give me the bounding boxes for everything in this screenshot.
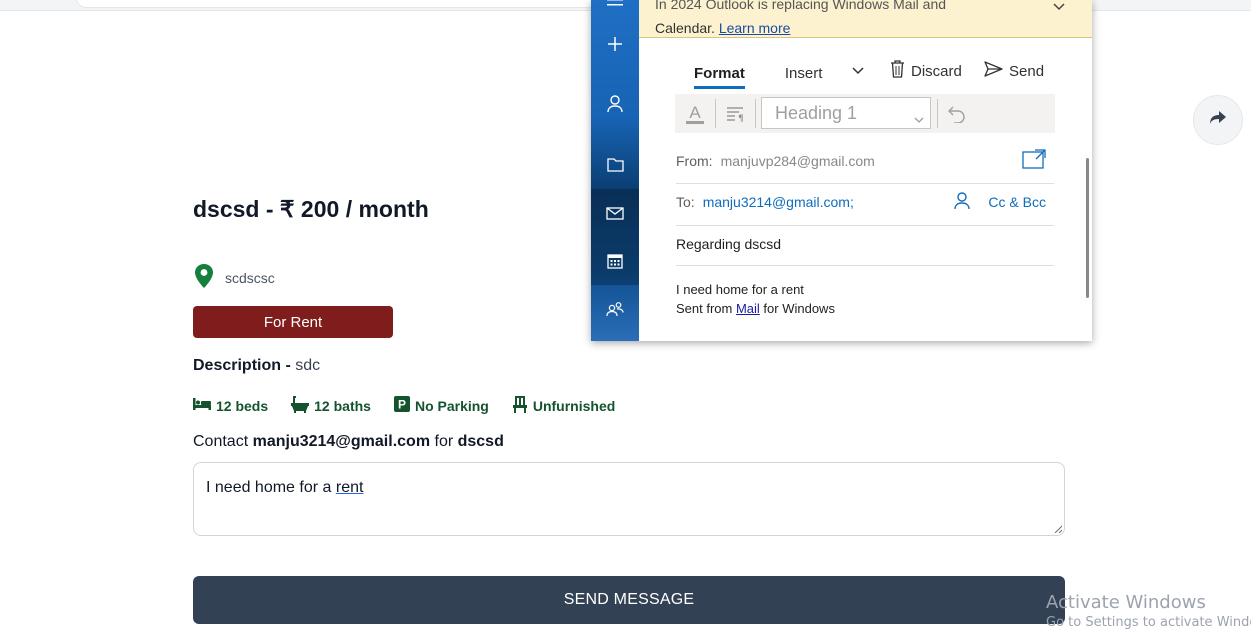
subject-field[interactable]: Regarding dscsd [676,236,1054,266]
description-label: Description - [193,357,296,374]
tab-format[interactable]: Format [694,60,745,89]
amenity-parking: P No Parking [393,395,489,416]
mail-nav-rail [591,0,639,341]
contact-listing-name: dscsd [457,433,504,450]
paragraph-style-select[interactable]: Heading 1 [761,97,931,129]
to-label: To: [676,194,695,210]
amenity-furnishing: Unfurnished [512,395,615,416]
tab-insert[interactable]: Insert [785,60,823,86]
learn-more-link[interactable]: Learn more [719,20,791,36]
from-address: manjuvp284@gmail.com [720,153,875,169]
account-person-icon[interactable] [591,80,639,128]
amenity-baths: 12 baths [291,395,371,416]
mail-envelope-icon[interactable] [591,189,639,237]
message-textarea[interactable]: I need home for a rent [193,462,1065,536]
send-mail-button[interactable]: Send [984,60,1044,82]
share-button[interactable] [1193,95,1243,145]
calendar-icon[interactable] [591,237,639,285]
select-chevron-icon [914,108,924,129]
parking-icon: P [393,396,410,415]
new-mail-plus-icon[interactable] [591,20,639,68]
ribbon-tabs: Format Insert [694,60,862,89]
mail-body[interactable]: I need home for a rent Sent from Mail fo… [676,280,835,318]
banner-line-1: In 2024 Outlook is replacing Windows Mai… [655,0,947,12]
people-icon[interactable] [591,285,639,333]
contact-line: Contact manju3214@gmail.com for dscsd [193,433,504,450]
trash-icon [890,60,905,82]
windows-activation-watermark: Activate Windows Go to Settings to activ… [1046,592,1251,630]
pop-out-icon[interactable] [1022,149,1046,172]
from-label: From: [676,153,713,169]
format-toolbar: A ¶ Heading 1 [675,94,1055,133]
mail-app-link[interactable]: Mail [736,301,760,316]
to-address: manju3214@gmail.com; [702,194,854,210]
listing-title: dscsd - ₹ 200 / month [193,196,429,222]
contact-email: manju3214@gmail.com [252,433,431,450]
map-pin-icon [193,263,215,292]
more-tabs-chevron-icon[interactable] [851,64,865,82]
svg-text:A: A [689,103,701,122]
cc-bcc-link[interactable]: Cc & Bcc [988,194,1046,210]
subject-text: Regarding dscsd [676,236,782,252]
share-arrow-icon [1209,110,1227,131]
discard-button[interactable]: Discard [890,60,962,82]
font-color-icon[interactable]: A [679,98,711,129]
to-field[interactable]: To: manju3214@gmail.com; Cc & Bcc [676,192,1054,226]
from-field[interactable]: From: manjuvp284@gmail.com [676,149,1054,184]
browser-address-bar[interactable] [76,0,598,8]
bath-icon [291,395,310,416]
svg-text:¶: ¶ [738,114,744,122]
send-arrow-icon [984,61,1003,81]
add-contact-person-icon[interactable] [954,192,970,213]
chair-icon [512,395,528,416]
svg-text:P: P [398,398,406,412]
outlook-notice-banner: In 2024 Outlook is replacing Windows Mai… [639,0,1092,38]
folder-icon[interactable] [591,141,639,189]
mail-compose-window: In 2024 Outlook is replacing Windows Mai… [591,0,1092,341]
resize-grip-icon[interactable] [1054,525,1062,533]
undo-icon[interactable] [941,98,973,129]
description: Description - sdc [193,357,320,375]
listing-location: scdscsc [193,263,275,292]
send-message-button[interactable]: SEND MESSAGE [193,576,1065,624]
for-rent-badge: For Rent [193,306,393,338]
location-text: scdscsc [225,269,275,286]
bed-icon [193,397,211,414]
paragraph-format-icon[interactable]: ¶ [719,98,751,129]
chevron-down-icon[interactable] [1052,0,1066,17]
mail-scrollbar[interactable] [1086,158,1089,298]
amenity-beds: 12 beds [193,395,268,416]
amenities-list: 12 beds 12 baths P No Parking Unfurnishe… [193,395,615,416]
description-value: sdc [295,357,321,374]
